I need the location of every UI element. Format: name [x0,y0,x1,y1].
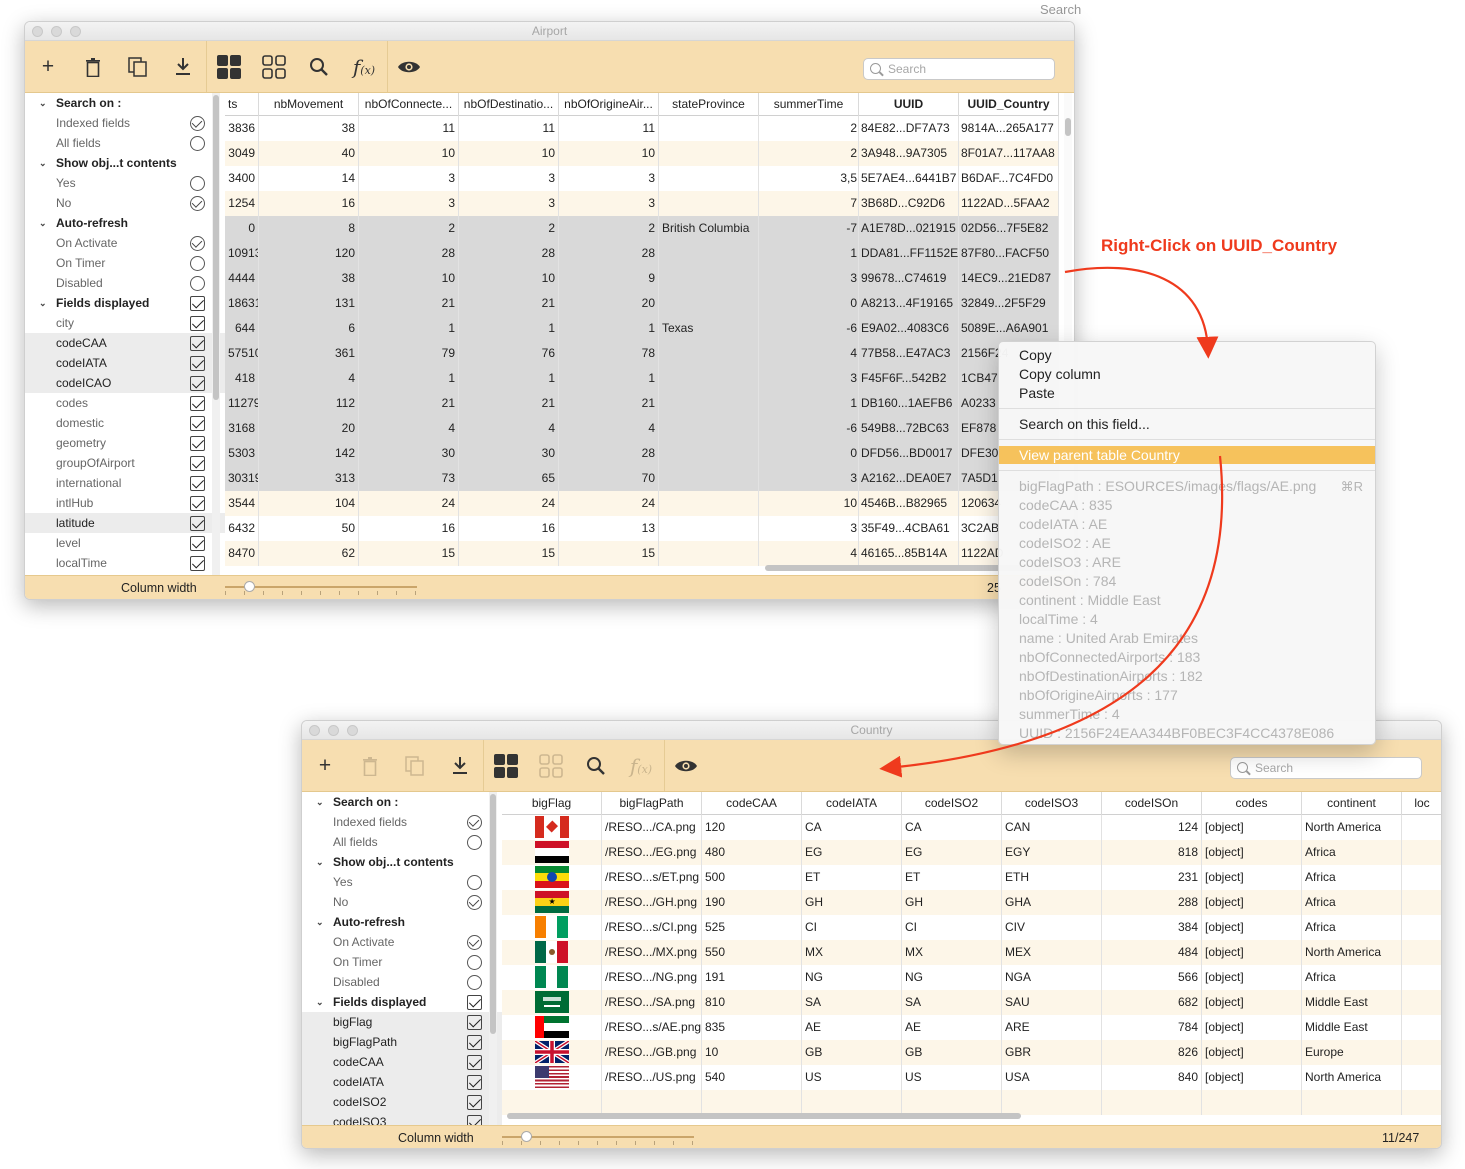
annotation-arrows [879,266,1224,778]
